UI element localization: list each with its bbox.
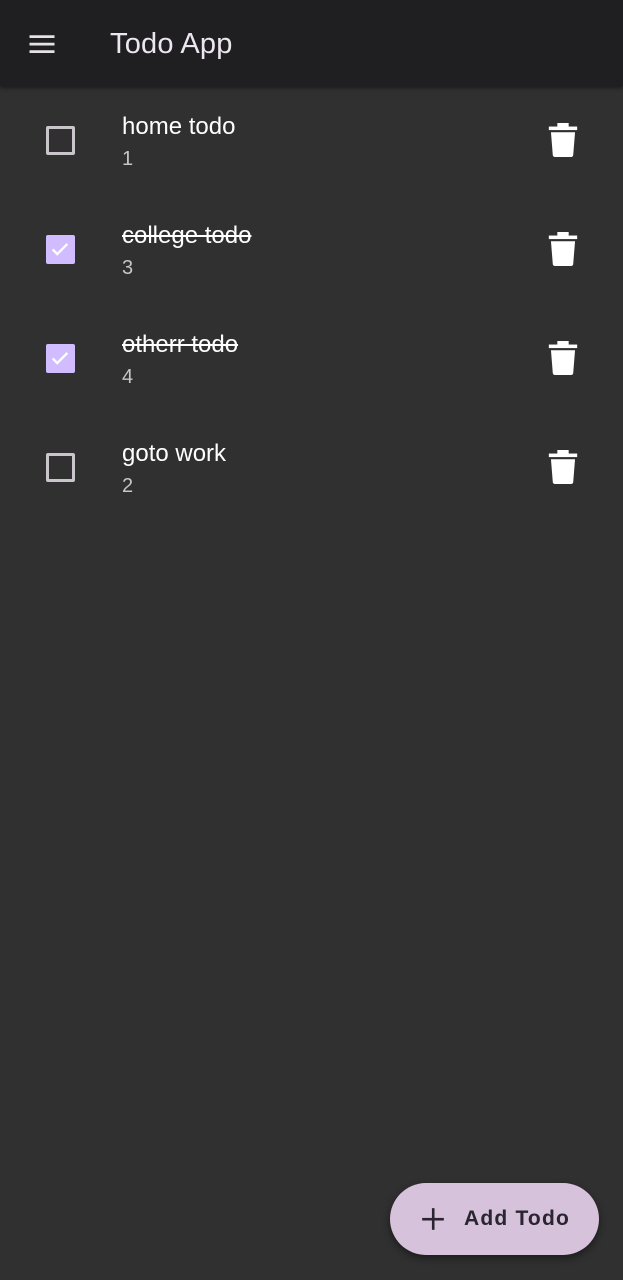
todo-item: college todo 3: [0, 195, 623, 304]
todo-item: goto work 2: [0, 413, 623, 522]
todo-app-screen: Todo App home todo 1 college todo 3 othe…: [0, 0, 623, 1280]
delete-button[interactable]: [539, 443, 587, 491]
trash-icon: [548, 123, 578, 157]
todo-checkbox[interactable]: [36, 116, 84, 164]
plus-icon: [422, 1208, 444, 1230]
delete-button[interactable]: [539, 334, 587, 382]
todo-subtitle: 2: [122, 475, 134, 497]
todo-list: home todo 1 college todo 3 otherr todo 4…: [0, 86, 623, 522]
todo-text: college todo 3: [122, 221, 251, 281]
menu-button[interactable]: [18, 20, 66, 68]
todo-title: home todo: [122, 113, 236, 140]
delete-button[interactable]: [539, 116, 587, 164]
todo-subtitle: 4: [122, 366, 134, 388]
add-todo-button[interactable]: Add Todo: [390, 1183, 599, 1255]
todo-checkbox[interactable]: [36, 443, 84, 491]
todo-subtitle: 1: [122, 148, 134, 170]
todo-title: college todo: [122, 222, 252, 249]
menu-icon: [29, 35, 55, 53]
app-bar: Todo App: [0, 0, 623, 86]
checkmark-icon: [51, 352, 69, 365]
delete-button[interactable]: [539, 225, 587, 273]
trash-icon: [548, 450, 578, 484]
todo-text: goto work 2: [122, 439, 226, 499]
todo-title: goto work: [122, 440, 227, 467]
trash-icon: [548, 232, 578, 266]
todo-item: otherr todo 4: [0, 304, 623, 413]
todo-subtitle: 3: [122, 257, 134, 279]
todo-text: home todo 1: [122, 112, 235, 172]
todo-item: home todo 1: [0, 86, 623, 195]
trash-icon: [548, 341, 578, 375]
todo-checkbox[interactable]: [36, 225, 84, 273]
checkmark-icon: [51, 243, 69, 256]
todo-title: otherr todo: [122, 331, 239, 358]
todo-checkbox[interactable]: [36, 334, 84, 382]
page-title: Todo App: [110, 28, 233, 60]
todo-text: otherr todo 4: [122, 330, 238, 390]
add-todo-label: Add Todo: [464, 1207, 571, 1230]
